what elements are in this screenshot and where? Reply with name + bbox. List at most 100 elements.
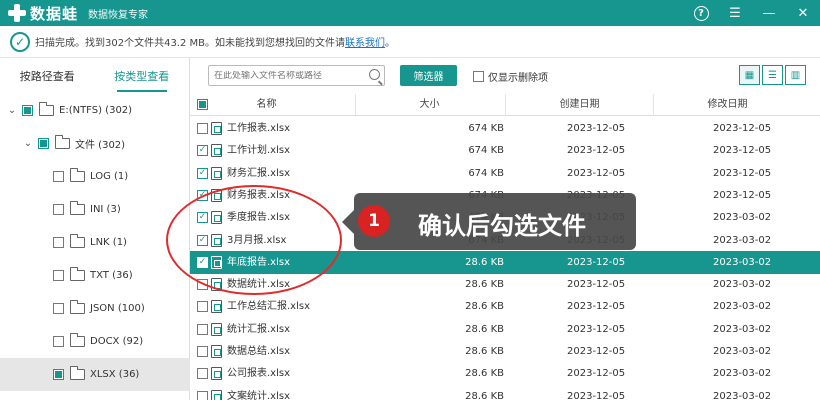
tree-checkbox[interactable] bbox=[53, 171, 64, 182]
deleted-only-checkbox[interactable] bbox=[473, 71, 484, 82]
tree-item-label: LOG (1) bbox=[90, 171, 129, 182]
tree-item-label: JSON (100) bbox=[90, 303, 145, 314]
minimize-icon: — bbox=[762, 5, 776, 21]
tree-checkbox[interactable] bbox=[53, 303, 64, 314]
tree-item-docx[interactable]: DOCX (92) bbox=[0, 325, 190, 358]
table-row[interactable]: 数据总结.xlsx 28.6 KB 2023-12-05 2023-03-02 bbox=[190, 340, 820, 363]
col-header-created[interactable]: 创建日期 bbox=[505, 94, 653, 116]
modified-date: 2023-03-02 bbox=[713, 346, 772, 357]
grid-view-button[interactable]: ▦ bbox=[739, 65, 760, 85]
row-checkbox[interactable] bbox=[197, 346, 208, 357]
select-all-checkbox[interactable] bbox=[197, 99, 208, 110]
contact-us-link[interactable]: 联系我们 bbox=[345, 34, 385, 49]
close-icon: ✕ bbox=[797, 5, 809, 21]
row-checkbox[interactable] bbox=[197, 301, 208, 313]
created-date: 2023-12-05 bbox=[567, 145, 626, 157]
chevron-down-icon[interactable]: ⌄ bbox=[6, 105, 18, 116]
search-box[interactable] bbox=[208, 65, 385, 86]
row-checkbox[interactable] bbox=[197, 323, 208, 335]
tree-checkbox[interactable] bbox=[53, 369, 64, 380]
xlsx-file-icon bbox=[211, 322, 222, 336]
table-row[interactable]: 文案统计.xlsx 28.6 KB 2023-12-05 2023-03-02 bbox=[190, 385, 820, 400]
tree-item-files[interactable]: ⌄ 文件 (302) bbox=[0, 127, 190, 160]
deleted-only-option[interactable]: 仅显示删除项 bbox=[473, 69, 548, 84]
created-date: 2023-12-05 bbox=[567, 368, 626, 380]
tree-item-drive[interactable]: ⌄ E:(NTFS) (302) bbox=[0, 94, 190, 127]
list-view-button[interactable]: ☰ bbox=[762, 65, 783, 85]
tree-checkbox[interactable] bbox=[22, 105, 33, 116]
detail-panel-icon: ▥ bbox=[790, 69, 801, 81]
tree-checkbox[interactable] bbox=[53, 204, 64, 215]
file-size: 674 KB bbox=[468, 145, 504, 157]
row-checkbox[interactable]: ✓ bbox=[197, 167, 208, 179]
folder-icon bbox=[70, 267, 85, 281]
modified-date: 2023-03-02 bbox=[713, 279, 772, 291]
deleted-only-label: 仅显示删除项 bbox=[488, 73, 548, 84]
tree-item-json[interactable]: JSON (100) bbox=[0, 292, 190, 325]
tree-item-label: E:(NTFS) (302) bbox=[59, 105, 133, 116]
xlsx-file-icon bbox=[211, 144, 222, 158]
file-size: 28.6 KB bbox=[465, 390, 504, 400]
col-header-modified[interactable]: 修改日期 bbox=[653, 94, 801, 116]
table-row[interactable]: 统计汇报.xlsx 28.6 KB 2023-12-05 2023-03-02 bbox=[190, 318, 820, 341]
modified-date: 2023-12-05 bbox=[713, 189, 772, 201]
tree-checkbox[interactable] bbox=[38, 138, 49, 149]
tree-item-ini[interactable]: INI (3) bbox=[0, 193, 190, 226]
tree-checkbox[interactable] bbox=[53, 237, 64, 248]
file-name: 工作报表.xlsx bbox=[227, 123, 291, 134]
title-bar: 数据蛙 数据恢复专家 ? ☰ — ✕ bbox=[0, 0, 820, 26]
tab-by-type[interactable]: 按类型查看 bbox=[95, 58, 190, 94]
created-date: 2023-12-05 bbox=[567, 323, 626, 335]
file-size: 28.6 KB bbox=[465, 301, 504, 313]
folder-icon bbox=[39, 102, 54, 116]
xlsx-file-icon bbox=[211, 389, 222, 400]
file-name: 工作计划.xlsx bbox=[227, 145, 291, 157]
menu-button[interactable]: ☰ bbox=[718, 0, 752, 26]
file-name: 统计汇报.xlsx bbox=[227, 323, 291, 335]
modified-date: 2023-12-05 bbox=[713, 145, 772, 157]
search-input[interactable] bbox=[214, 70, 362, 81]
modified-date: 2023-03-02 bbox=[713, 390, 772, 400]
tree-checkbox[interactable] bbox=[53, 270, 64, 281]
xlsx-file-icon bbox=[211, 300, 222, 314]
table-row[interactable]: ✓ 工作计划.xlsx 674 KB 2023-12-05 2023-12-05 bbox=[190, 139, 820, 162]
table-row[interactable]: 公司报表.xlsx 28.6 KB 2023-12-05 2023-03-02 bbox=[190, 362, 820, 385]
annotation-text: 确认后勾选文件 bbox=[418, 212, 586, 240]
menu-icon: ☰ bbox=[729, 5, 741, 21]
file-size: 28.6 KB bbox=[465, 346, 504, 357]
help-button[interactable]: ? bbox=[684, 0, 718, 26]
xlsx-file-icon bbox=[211, 367, 222, 381]
row-checkbox[interactable] bbox=[197, 368, 208, 380]
file-size: 28.6 KB bbox=[465, 368, 504, 380]
row-checkbox[interactable]: ✓ bbox=[197, 145, 208, 157]
view-switcher: ▦ ☰ ▥ bbox=[737, 65, 806, 85]
minimize-button[interactable]: — bbox=[752, 0, 786, 26]
col-header-size[interactable]: 大小 bbox=[355, 94, 503, 116]
row-checkbox[interactable] bbox=[197, 390, 208, 400]
tree-item-lnk[interactable]: LNK (1) bbox=[0, 226, 190, 259]
list-icon: ☰ bbox=[768, 69, 777, 81]
col-header-name[interactable]: 名称 bbox=[215, 94, 318, 116]
filter-button[interactable]: 筛选器 bbox=[400, 65, 457, 86]
tab-by-path[interactable]: 按路径查看 bbox=[0, 58, 95, 94]
created-date: 2023-12-05 bbox=[567, 279, 626, 291]
file-toolbar: 筛选器 仅显示删除项 ▦ ☰ ▥ bbox=[190, 58, 820, 94]
table-row[interactable]: 工作总结汇报.xlsx 28.6 KB 2023-12-05 2023-03-02 bbox=[190, 295, 820, 318]
chevron-down-icon[interactable]: ⌄ bbox=[22, 138, 34, 149]
xlsx-file-icon bbox=[211, 345, 222, 358]
grid-icon: ▦ bbox=[744, 69, 755, 81]
row-checkbox[interactable] bbox=[197, 123, 208, 134]
tree-checkbox[interactable] bbox=[53, 336, 64, 347]
folder-icon bbox=[70, 234, 85, 248]
search-icon[interactable] bbox=[369, 69, 380, 80]
close-button[interactable]: ✕ bbox=[786, 0, 820, 26]
created-date: 2023-12-05 bbox=[567, 346, 626, 357]
plus-logo-icon bbox=[8, 4, 26, 22]
table-row[interactable]: ✓ 财务汇报.xlsx 674 KB 2023-12-05 2023-12-05 bbox=[190, 162, 820, 185]
tree-item-xlsx[interactable]: XLSX (36) bbox=[0, 358, 190, 391]
table-row[interactable]: 工作报表.xlsx 674 KB 2023-12-05 2023-12-05 bbox=[190, 117, 820, 140]
detail-view-button[interactable]: ▥ bbox=[785, 65, 806, 85]
modified-date: 2023-03-02 bbox=[713, 212, 772, 224]
tree-item-log[interactable]: LOG (1) bbox=[0, 160, 190, 193]
tree-item-txt[interactable]: TXT (36) bbox=[0, 259, 190, 292]
